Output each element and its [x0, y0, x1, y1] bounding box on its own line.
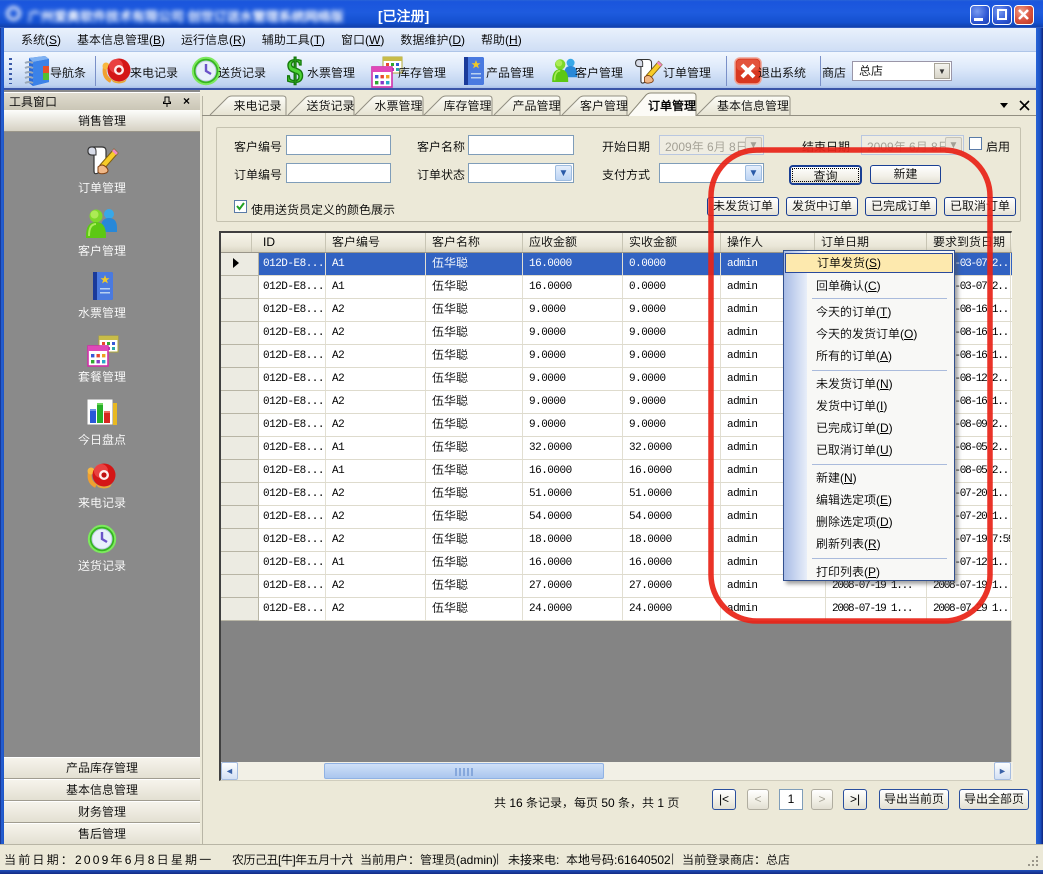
svg-text:$: $	[287, 53, 304, 89]
svg-text:客户管理: 客户管理	[580, 99, 628, 113]
svg-text:来电记录: 来电记录	[233, 99, 281, 113]
svg-text:基本信息管理: 基本信息管理	[717, 99, 789, 113]
svg-text:水票管理: 水票管理	[374, 99, 422, 113]
svg-text:产品管理: 产品管理	[512, 99, 560, 113]
svg-text:库存管理: 库存管理	[443, 99, 491, 113]
svg-text:送货记录: 送货记录	[306, 99, 354, 113]
svg-text:订单管理: 订单管理	[648, 99, 696, 113]
